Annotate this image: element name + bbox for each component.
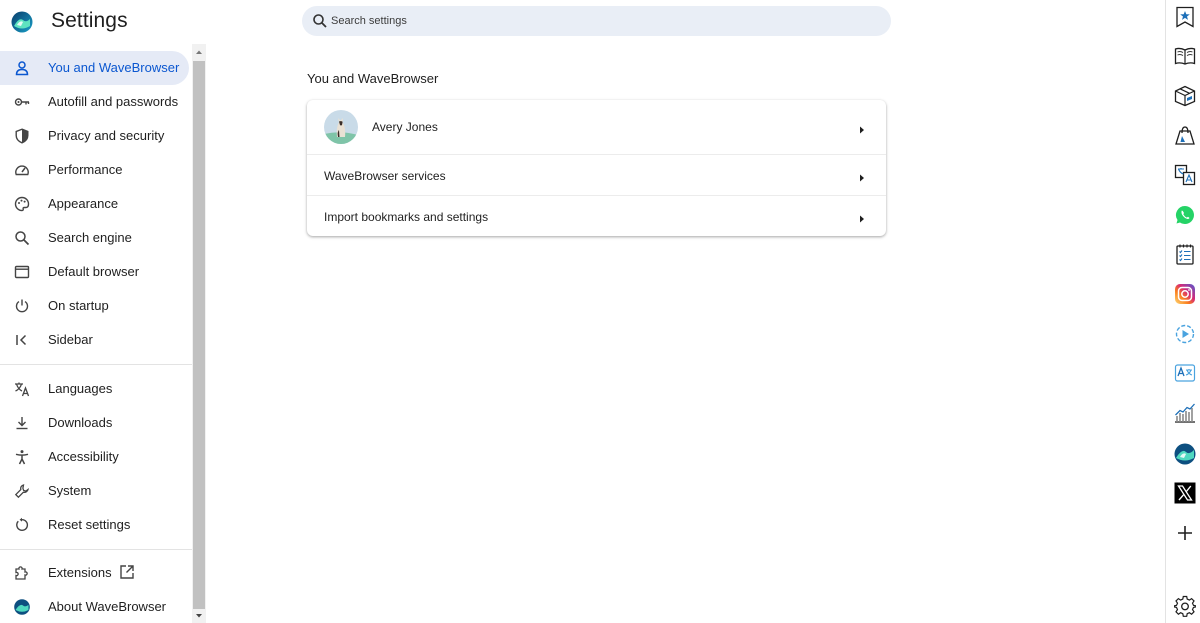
reading-book-icon[interactable] <box>1174 45 1196 67</box>
sidebar-item-on-startup[interactable]: On startup <box>0 289 189 323</box>
sidebar-item-label: Performance <box>48 162 123 177</box>
import-bookmarks-row[interactable]: Import bookmarks and settings <box>307 196 886 236</box>
sidebar-item-languages[interactable]: Languages <box>0 372 189 406</box>
translate-icon <box>14 381 30 397</box>
avatar <box>324 110 358 144</box>
accessibility-icon <box>14 449 30 465</box>
wavebrowser-services-row[interactable]: WaveBrowser services <box>307 155 886 195</box>
package-box-icon[interactable] <box>1174 85 1196 107</box>
palette-icon <box>14 196 30 212</box>
app-header: Settings <box>0 0 192 44</box>
add-icon[interactable] <box>1174 522 1196 544</box>
scrollbar-thumb[interactable] <box>193 61 205 609</box>
sidebar-scrollbar[interactable] <box>192 44 206 623</box>
nav-divider <box>0 549 192 550</box>
nav-divider <box>0 364 192 365</box>
sidebar-item-downloads[interactable]: Downloads <box>0 406 189 440</box>
sidebar-item-label: System <box>48 483 92 498</box>
sidebar-item-label: Autofill and passwords <box>48 94 179 109</box>
shield-icon <box>14 128 30 144</box>
sidebar-item-default-browser[interactable]: Default browser <box>0 255 189 289</box>
whatsapp-icon[interactable] <box>1174 204 1196 226</box>
sidebar-item-search-engine[interactable]: Search engine <box>0 221 189 255</box>
sidebar-item-about[interactable]: About WaveBrowser <box>0 590 189 623</box>
sidebar-item-performance[interactable]: Performance <box>0 153 189 187</box>
row-label: Import bookmarks and settings <box>324 210 489 224</box>
sidebar-item-label: Sidebar <box>48 332 93 347</box>
video-player-icon[interactable] <box>1174 323 1196 345</box>
chevron-right-icon <box>858 170 866 182</box>
text-translate-icon[interactable] <box>1174 362 1196 384</box>
search-icon <box>312 13 328 29</box>
profile-name: Avery Jones <box>372 120 438 134</box>
reset-icon <box>14 517 30 533</box>
sidebar-item-label: On startup <box>48 298 109 313</box>
profile-row[interactable]: Avery Jones <box>307 100 886 154</box>
section-title: You and WaveBrowser <box>307 71 439 86</box>
sidebar-item-label: Downloads <box>48 415 113 430</box>
browser-window-icon <box>14 264 30 280</box>
wrench-icon <box>14 483 30 499</box>
collapse-sidebar-icon <box>14 332 30 348</box>
sidebar-item-autofill[interactable]: Autofill and passwords <box>0 85 189 119</box>
puzzle-icon <box>14 565 30 581</box>
settings-gear-icon[interactable] <box>1174 595 1196 617</box>
chevron-right-icon <box>858 122 866 134</box>
sidebar-item-extensions[interactable]: Extensions <box>0 556 189 590</box>
settings-card: Avery Jones WaveBrowser services Import … <box>307 100 886 236</box>
wavebrowser-logo-icon <box>14 599 30 615</box>
right-side-panel-toolbar <box>1165 0 1200 623</box>
speedometer-icon <box>14 162 30 178</box>
sidebar-item-reset[interactable]: Reset settings <box>0 508 189 542</box>
download-icon <box>14 415 30 431</box>
sidebar-item-label: About WaveBrowser <box>48 599 167 614</box>
sidebar-item-label: Reset settings <box>48 517 131 532</box>
search-bar[interactable] <box>302 6 891 36</box>
search-icon <box>14 230 30 246</box>
scroll-up-arrow-icon[interactable] <box>192 44 206 60</box>
open-in-new-icon[interactable] <box>119 564 135 580</box>
instagram-icon[interactable] <box>1174 283 1196 305</box>
sidebar-item-sidebar[interactable]: Sidebar <box>0 323 189 357</box>
bookmark-star-icon[interactable] <box>1174 6 1196 28</box>
settings-sidebar: Settings You and WaveBrowser Autofill an… <box>0 0 192 623</box>
chevron-right-icon <box>858 211 866 223</box>
scroll-down-arrow-icon[interactable] <box>192 609 206 623</box>
sidebar-item-appearance[interactable]: Appearance <box>0 187 189 221</box>
x-twitter-icon[interactable] <box>1174 482 1196 504</box>
translate-doc-icon[interactable] <box>1174 164 1196 186</box>
notepad-list-icon[interactable] <box>1174 243 1196 265</box>
stock-chart-icon[interactable] <box>1174 401 1196 423</box>
row-label: WaveBrowser services <box>324 169 446 183</box>
sidebar-item-system[interactable]: System <box>0 474 189 508</box>
sidebar-item-label: Languages <box>48 381 113 396</box>
power-icon <box>14 298 30 314</box>
sidebar-item-accessibility[interactable]: Accessibility <box>0 440 189 474</box>
sidebar-item-you-and-wavebrowser[interactable]: You and WaveBrowser <box>0 51 189 85</box>
search-input[interactable] <box>331 6 871 36</box>
sidebar-item-label: You and WaveBrowser <box>48 60 180 75</box>
page-title: Settings <box>51 9 128 32</box>
sidebar-item-label: Accessibility <box>48 449 119 464</box>
sidebar-item-privacy[interactable]: Privacy and security <box>0 119 189 153</box>
sidebar-item-label: Search engine <box>48 230 132 245</box>
wavebrowser-logo-icon <box>11 11 33 33</box>
person-icon <box>14 60 30 76</box>
key-icon <box>14 94 30 110</box>
sidebar-item-label: Privacy and security <box>48 128 165 143</box>
wavebrowser-logo-icon[interactable] <box>1174 443 1196 465</box>
sidebar-item-label: Appearance <box>48 196 119 211</box>
sidebar-item-label: Extensions <box>48 565 112 580</box>
shopping-bag-icon[interactable] <box>1174 125 1196 147</box>
sidebar-item-label: Default browser <box>48 264 140 279</box>
